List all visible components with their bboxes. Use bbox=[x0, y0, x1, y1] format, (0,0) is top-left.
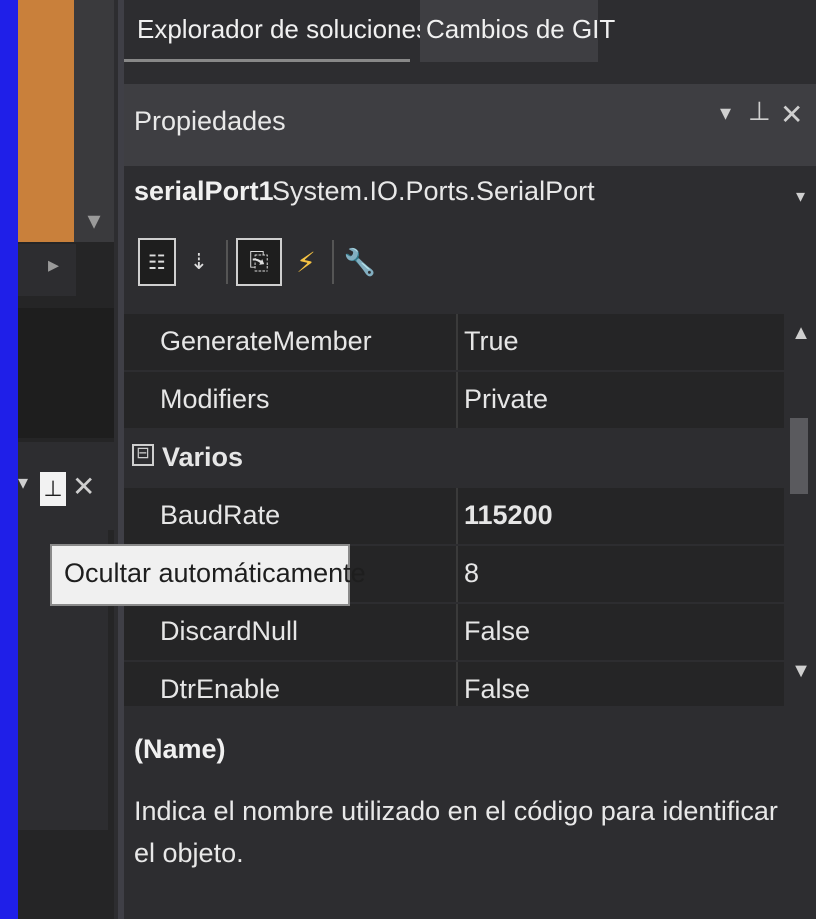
property-value[interactable]: False bbox=[464, 616, 774, 647]
pin-icon[interactable]: ⊥ bbox=[40, 472, 66, 506]
wrench-icon[interactable]: 🔧 bbox=[340, 238, 380, 286]
category-name: Varios bbox=[162, 442, 244, 472]
property-value[interactable]: 8 bbox=[464, 558, 774, 589]
description-title: (Name) bbox=[134, 734, 226, 764]
column-divider bbox=[456, 372, 458, 428]
collapse-icon[interactable]: ⊟ bbox=[132, 444, 154, 466]
property-row[interactable]: Modifiers Private bbox=[124, 372, 784, 430]
object-type: System.IO.Ports.SerialPort bbox=[272, 176, 595, 206]
scroll-down-icon[interactable]: ▼ bbox=[786, 660, 816, 690]
property-row[interactable]: BaudRate 115200 bbox=[124, 488, 784, 546]
column-divider bbox=[456, 546, 458, 602]
alphabetical-sort-icon[interactable]: ⇣ bbox=[180, 238, 218, 286]
properties-icon[interactable]: ⎘ bbox=[236, 238, 282, 286]
left-panel-footer bbox=[18, 830, 114, 919]
property-row[interactable]: DtrEnable False bbox=[124, 662, 784, 706]
toolbar-separator bbox=[226, 240, 228, 284]
pin-icon[interactable]: ⊥ bbox=[748, 96, 771, 127]
description-text: Indica el nombre utilizado en el código … bbox=[134, 796, 778, 868]
tab-git-changes[interactable]: Cambios de GIT bbox=[420, 0, 615, 62]
close-icon[interactable]: ✕ bbox=[72, 470, 102, 504]
left-dark-area bbox=[18, 308, 114, 438]
toolbar-separator bbox=[332, 240, 334, 284]
vertical-scrollbar[interactable] bbox=[786, 314, 816, 706]
window-position-dropdown-icon[interactable]: ▾ bbox=[18, 470, 38, 500]
category-row[interactable]: ⊟ Varios bbox=[124, 430, 784, 488]
property-name: GenerateMember bbox=[160, 326, 372, 356]
categorized-icon[interactable]: ☷ bbox=[138, 238, 176, 286]
property-row[interactable]: GenerateMember True bbox=[124, 314, 784, 372]
property-grid: GenerateMember True Modifiers Private ⊟ … bbox=[124, 314, 784, 706]
property-name: DtrEnable bbox=[160, 674, 281, 704]
editor-accent-block bbox=[18, 0, 74, 242]
property-row[interactable]: DiscardNull False bbox=[124, 604, 784, 662]
property-value[interactable]: Private bbox=[464, 384, 774, 415]
close-icon[interactable]: ✕ bbox=[780, 98, 803, 131]
property-value[interactable]: 115200 bbox=[464, 500, 774, 531]
column-divider bbox=[456, 662, 458, 706]
chevron-down-icon[interactable]: ▾ bbox=[796, 186, 805, 207]
tab-solution-explorer[interactable]: Explorador de soluciones bbox=[124, 0, 429, 62]
left-row-cell bbox=[76, 244, 114, 296]
dropdown-arrow-icon[interactable]: ▾ bbox=[76, 200, 112, 240]
tooltip: Ocultar automáticamente bbox=[50, 544, 366, 606]
column-divider bbox=[456, 604, 458, 660]
events-lightning-icon[interactable]: ⚡ bbox=[286, 238, 326, 286]
property-value[interactable]: True bbox=[464, 326, 774, 357]
properties-title: Propiedades bbox=[134, 106, 286, 136]
property-name: BaudRate bbox=[160, 500, 281, 530]
column-divider bbox=[456, 314, 458, 370]
property-value[interactable]: False bbox=[464, 674, 774, 705]
property-name: Modifiers bbox=[160, 384, 270, 414]
object-name: serialPort1 bbox=[134, 176, 274, 206]
window-position-dropdown-icon[interactable]: ▾ bbox=[720, 100, 731, 126]
property-name: DiscardNull bbox=[160, 616, 299, 646]
scroll-up-icon[interactable]: ▲ bbox=[786, 322, 816, 352]
expand-arrow-icon[interactable]: ▸ bbox=[48, 252, 68, 288]
scrollbar-thumb[interactable] bbox=[790, 418, 808, 494]
column-divider bbox=[456, 488, 458, 544]
